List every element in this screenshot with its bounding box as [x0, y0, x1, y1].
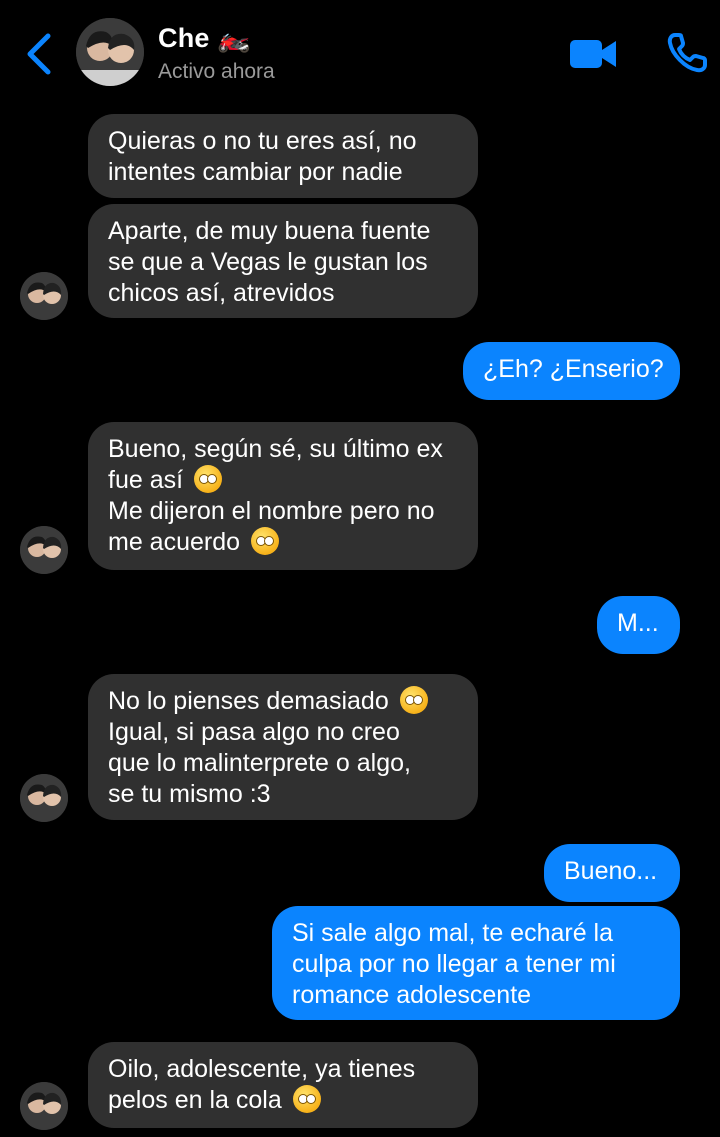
sender-avatar[interactable] [20, 526, 68, 574]
thinking-emoji [194, 465, 223, 493]
message-line: Si sale algo mal, te echaré la [292, 919, 614, 947]
outgoing-message[interactable]: Si sale algo mal, te echaré la culpa por… [272, 906, 680, 1020]
active-status: Activo ahora [158, 60, 275, 83]
sender-avatar[interactable] [20, 774, 68, 822]
message-line: Quieras o no tu eres así, no [108, 127, 417, 155]
message-line: chicos así, atrevidos [108, 279, 335, 307]
sender-avatar[interactable] [20, 1082, 68, 1130]
smiling-tear-emoji [250, 527, 279, 555]
incoming-message[interactable]: No lo pienses demasiado Igual, si pasa a… [88, 674, 478, 820]
message-text: me acuerdo [108, 528, 241, 556]
message-line: No lo pienses demasiado [108, 686, 458, 717]
eye-roll-emoji [292, 1085, 321, 1113]
back-chevron-icon[interactable] [22, 32, 56, 76]
message-line: Bueno... [564, 857, 658, 885]
message-text: pelos en la cola [108, 1086, 282, 1114]
outgoing-message[interactable]: ¿Eh? ¿Enserio? [463, 342, 680, 400]
message-line: Oilo, adolescente, ya tienes [108, 1055, 416, 1083]
message-line: me acuerdo [108, 527, 458, 558]
contact-name[interactable]: Che 🏍️ [158, 22, 251, 54]
message-line: se tu mismo :3 [108, 780, 271, 808]
message-line: Igual, si pasa algo no creo [108, 718, 400, 746]
incoming-message[interactable]: Oilo, adolescente, ya tienes pelos en la… [88, 1042, 478, 1128]
message-line: se que a Vegas le gustan los [108, 248, 428, 276]
outgoing-message[interactable]: Bueno... [544, 844, 680, 902]
incoming-message[interactable]: Aparte, de muy buena fuente se que a Veg… [88, 204, 478, 318]
chat-header: Che 🏍️ Activo ahora [0, 0, 720, 108]
message-line: pelos en la cola [108, 1085, 458, 1116]
contact-avatar[interactable] [76, 18, 144, 86]
message-line: Me dijeron el nombre pero no [108, 497, 435, 525]
message-line: Bueno, según sé, su último ex [108, 435, 443, 463]
eye-roll-emoji [399, 686, 428, 714]
message-line: fue así [108, 465, 458, 496]
message-text: fue así [108, 466, 184, 494]
incoming-message[interactable]: Bueno, según sé, su último ex fue así Me… [88, 422, 478, 570]
message-line: intentes cambiar por nadie [108, 158, 403, 186]
message-line: que lo malinterprete o algo, [108, 749, 411, 777]
sender-avatar[interactable] [20, 272, 68, 320]
message-text: No lo pienses demasiado [108, 687, 389, 715]
message-line: Aparte, de muy buena fuente [108, 217, 431, 245]
message-line: ¿Eh? ¿Enserio? [483, 355, 664, 383]
phone-call-icon[interactable] [666, 32, 708, 74]
message-line: romance adolescente [292, 981, 532, 1009]
video-call-icon[interactable] [568, 34, 618, 74]
message-line: M... [617, 609, 659, 637]
incoming-message[interactable]: Quieras o no tu eres así, no intentes ca… [88, 114, 478, 198]
message-line: culpa por no llegar a tener mi [292, 950, 616, 978]
outgoing-message[interactable]: M... [597, 596, 680, 654]
